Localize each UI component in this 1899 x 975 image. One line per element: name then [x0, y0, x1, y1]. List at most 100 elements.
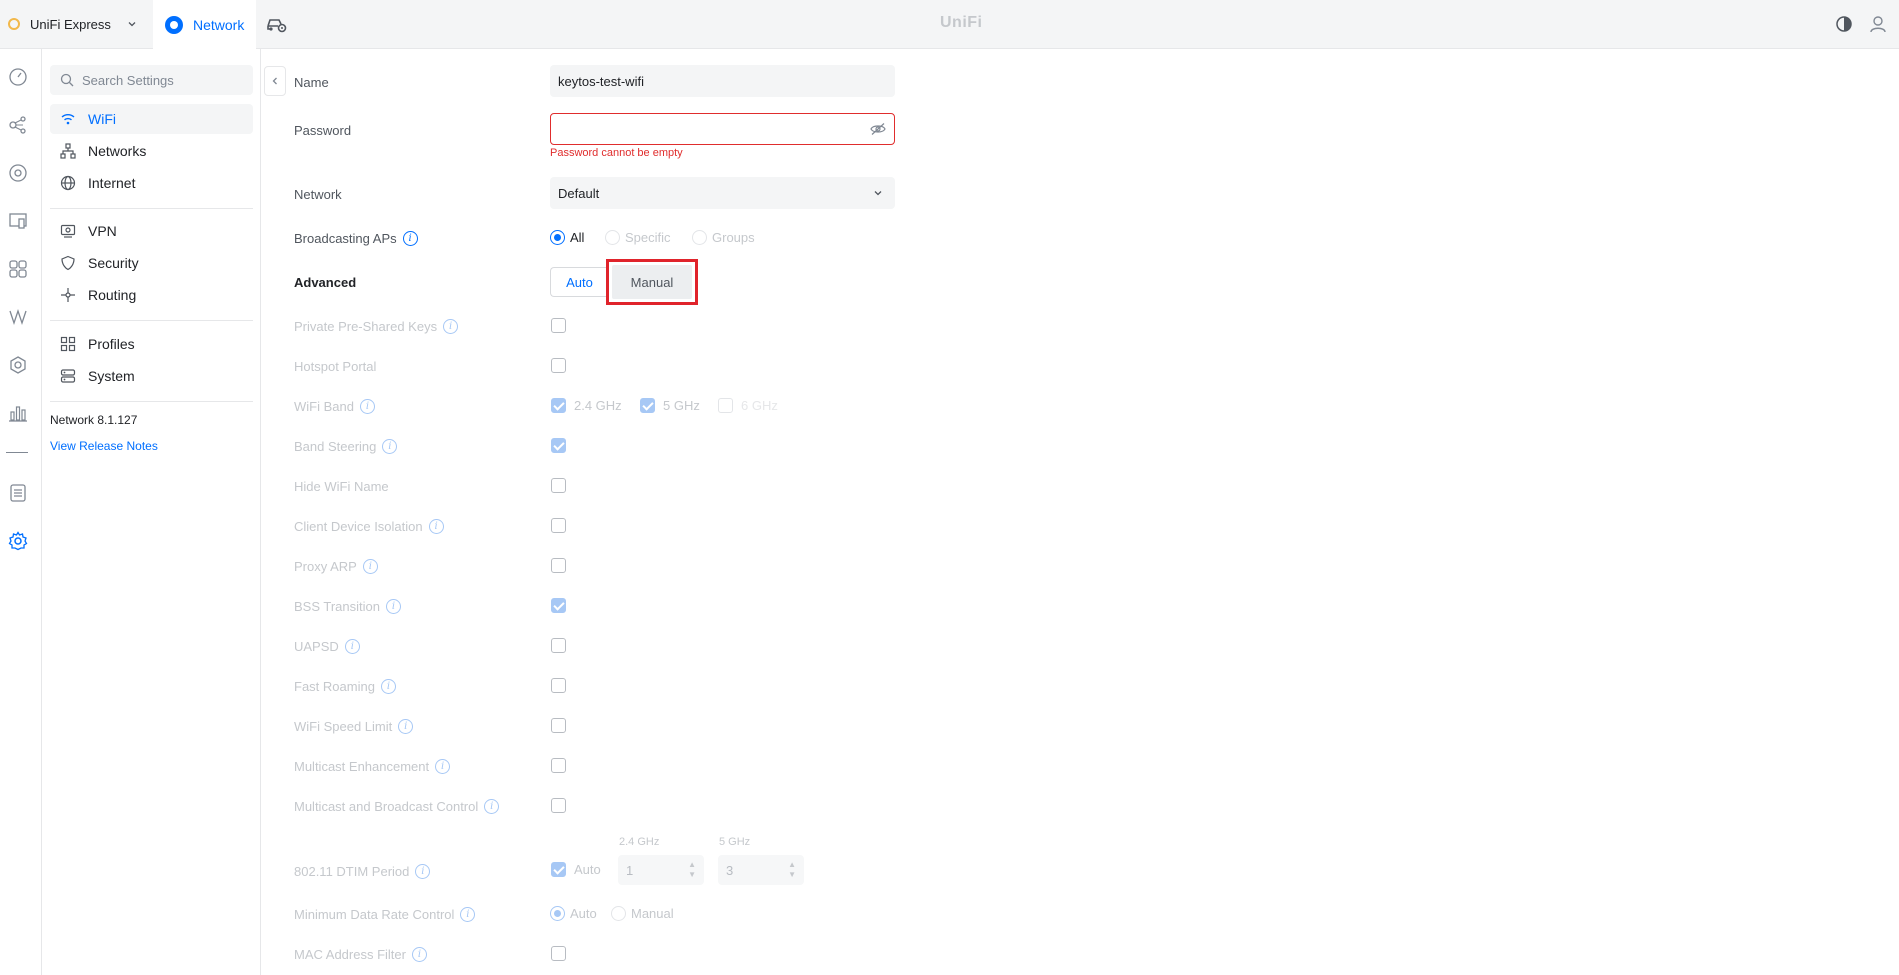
- mac-filter-text: MAC Address Filter: [294, 946, 406, 962]
- band-5-checkbox[interactable]: [640, 398, 655, 413]
- info-icon[interactable]: i: [460, 906, 476, 922]
- user-avatar-icon[interactable]: [1868, 14, 1888, 34]
- sidebar-item-internet[interactable]: Internet: [50, 168, 253, 198]
- sidebar-item-system[interactable]: System: [50, 361, 253, 391]
- band-6-label: 6 GHz: [741, 398, 778, 413]
- password-input[interactable]: [559, 121, 859, 137]
- statistics-icon[interactable]: [8, 403, 28, 423]
- multicast-bcast-label: Multicast and Broadcast Control i: [294, 797, 500, 815]
- sidebar-item-label: Networks: [88, 143, 147, 159]
- sidebar-item-networks[interactable]: Networks: [50, 136, 253, 166]
- fast-roaming-checkbox[interactable]: [551, 678, 566, 693]
- settings-gear-icon[interactable]: [8, 531, 28, 551]
- chevron-down-icon: [127, 19, 137, 29]
- top-bar: UniFi Express Network UniFi: [0, 0, 1899, 49]
- theme-toggle-icon[interactable]: [1835, 15, 1853, 33]
- info-icon[interactable]: i: [386, 598, 401, 614]
- ppsk-checkbox[interactable]: [551, 318, 566, 333]
- name-field[interactable]: [550, 65, 895, 97]
- fast-roaming-label: Fast Roaming i: [294, 677, 396, 695]
- info-icon[interactable]: i: [344, 638, 360, 654]
- car-gear-icon[interactable]: [266, 15, 288, 33]
- password-label: Password: [294, 122, 352, 138]
- dashboard-icon[interactable]: [8, 67, 28, 87]
- eye-off-icon[interactable]: [870, 122, 886, 136]
- network-select[interactable]: Default: [550, 177, 895, 209]
- radio-aps-groups[interactable]: [692, 230, 707, 245]
- insights-icon[interactable]: [8, 307, 28, 327]
- info-icon[interactable]: i: [398, 718, 414, 734]
- mac-filter-checkbox[interactable]: [551, 946, 566, 961]
- radio-min-rate-manual-label: Manual: [631, 906, 674, 921]
- name-input[interactable]: [558, 73, 858, 89]
- clients-icon[interactable]: [8, 211, 28, 231]
- system-icon: [60, 368, 76, 384]
- stepper-arrows-icon[interactable]: ▲ ▼: [788, 860, 796, 880]
- proxy-arp-text: Proxy ARP: [294, 558, 357, 574]
- hide-name-checkbox[interactable]: [551, 478, 566, 493]
- logs-icon[interactable]: [8, 483, 28, 503]
- collapse-sidebar-button[interactable]: [264, 66, 286, 96]
- multicast-enh-text: Multicast Enhancement: [294, 758, 430, 774]
- settings-search[interactable]: [50, 65, 253, 95]
- integrations-icon[interactable]: [8, 355, 28, 375]
- sidebar-item-profiles[interactable]: Profiles: [50, 329, 253, 359]
- hotspot-label: Hotspot Portal: [294, 357, 376, 375]
- band-steering-label: Band Steering i: [294, 437, 398, 455]
- radio-aps-specific[interactable]: [605, 230, 620, 245]
- search-input[interactable]: [82, 72, 242, 88]
- speed-limit-label: WiFi Speed Limit i: [294, 717, 414, 735]
- band-24-label: 2.4 GHz: [574, 398, 622, 413]
- console-switcher[interactable]: UniFi Express: [8, 14, 137, 34]
- info-icon[interactable]: i: [359, 398, 375, 414]
- wifi-band-label: WiFi Band i: [294, 397, 375, 415]
- advanced-auto-button[interactable]: Auto: [550, 267, 608, 297]
- radio-aps-all[interactable]: [550, 230, 565, 245]
- devices-icon[interactable]: [8, 163, 28, 183]
- sidebar-item-security[interactable]: Security: [50, 248, 253, 278]
- radio-min-rate-manual[interactable]: [611, 906, 626, 921]
- band-steering-checkbox[interactable]: [551, 438, 566, 453]
- sidebar-item-label: Profiles: [88, 336, 135, 352]
- radio-min-rate-auto-label: Auto: [570, 906, 597, 921]
- hotspot-text: Hotspot Portal: [294, 358, 377, 374]
- dtim-24-input[interactable]: 1 ▲ ▼: [618, 855, 704, 885]
- dtim-5-input[interactable]: 3 ▲ ▼: [718, 855, 804, 885]
- ports-icon[interactable]: [8, 259, 28, 279]
- info-icon[interactable]: i: [380, 678, 396, 694]
- release-notes-link[interactable]: View Release Notes: [50, 439, 158, 453]
- advanced-manual-button[interactable]: Manual: [612, 265, 692, 299]
- info-icon[interactable]: i: [362, 558, 378, 574]
- stepper-arrows-icon[interactable]: ▲ ▼: [688, 860, 696, 880]
- info-icon[interactable]: i: [443, 318, 459, 334]
- speed-limit-checkbox[interactable]: [551, 718, 566, 733]
- multicast-bcast-text: Multicast and Broadcast Control: [294, 798, 479, 814]
- dtim-auto-checkbox[interactable]: [551, 862, 566, 877]
- info-icon[interactable]: i: [484, 798, 500, 814]
- info-icon[interactable]: i: [428, 518, 444, 534]
- info-icon[interactable]: i: [402, 230, 418, 246]
- proxy-arp-checkbox[interactable]: [551, 558, 566, 573]
- uapsd-checkbox[interactable]: [551, 638, 566, 653]
- bss-transition-checkbox[interactable]: [551, 598, 566, 613]
- info-icon[interactable]: i: [415, 863, 431, 879]
- sidebar-item-vpn[interactable]: VPN: [50, 216, 253, 246]
- client-isolation-checkbox[interactable]: [551, 518, 566, 533]
- info-icon[interactable]: i: [435, 758, 451, 774]
- wifi-band-text: WiFi Band: [294, 398, 354, 414]
- band-6-checkbox[interactable]: [718, 398, 733, 413]
- multicast-bcast-checkbox[interactable]: [551, 798, 566, 813]
- sidebar-item-routing[interactable]: Routing: [50, 280, 253, 310]
- band-24-checkbox[interactable]: [551, 398, 566, 413]
- radio-min-rate-auto[interactable]: [550, 906, 565, 921]
- sidebar-item-wifi[interactable]: WiFi: [50, 104, 253, 134]
- info-icon[interactable]: i: [382, 438, 398, 454]
- topology-icon[interactable]: [8, 115, 28, 135]
- password-field[interactable]: [550, 113, 895, 145]
- ppsk-label: Private Pre-Shared Keys i: [294, 317, 459, 335]
- multicast-enh-checkbox[interactable]: [551, 758, 566, 773]
- hotspot-checkbox[interactable]: [551, 358, 566, 373]
- info-icon[interactable]: i: [411, 946, 427, 962]
- app-tab-network[interactable]: Network: [153, 0, 256, 49]
- dtim-auto-label: Auto: [574, 862, 601, 877]
